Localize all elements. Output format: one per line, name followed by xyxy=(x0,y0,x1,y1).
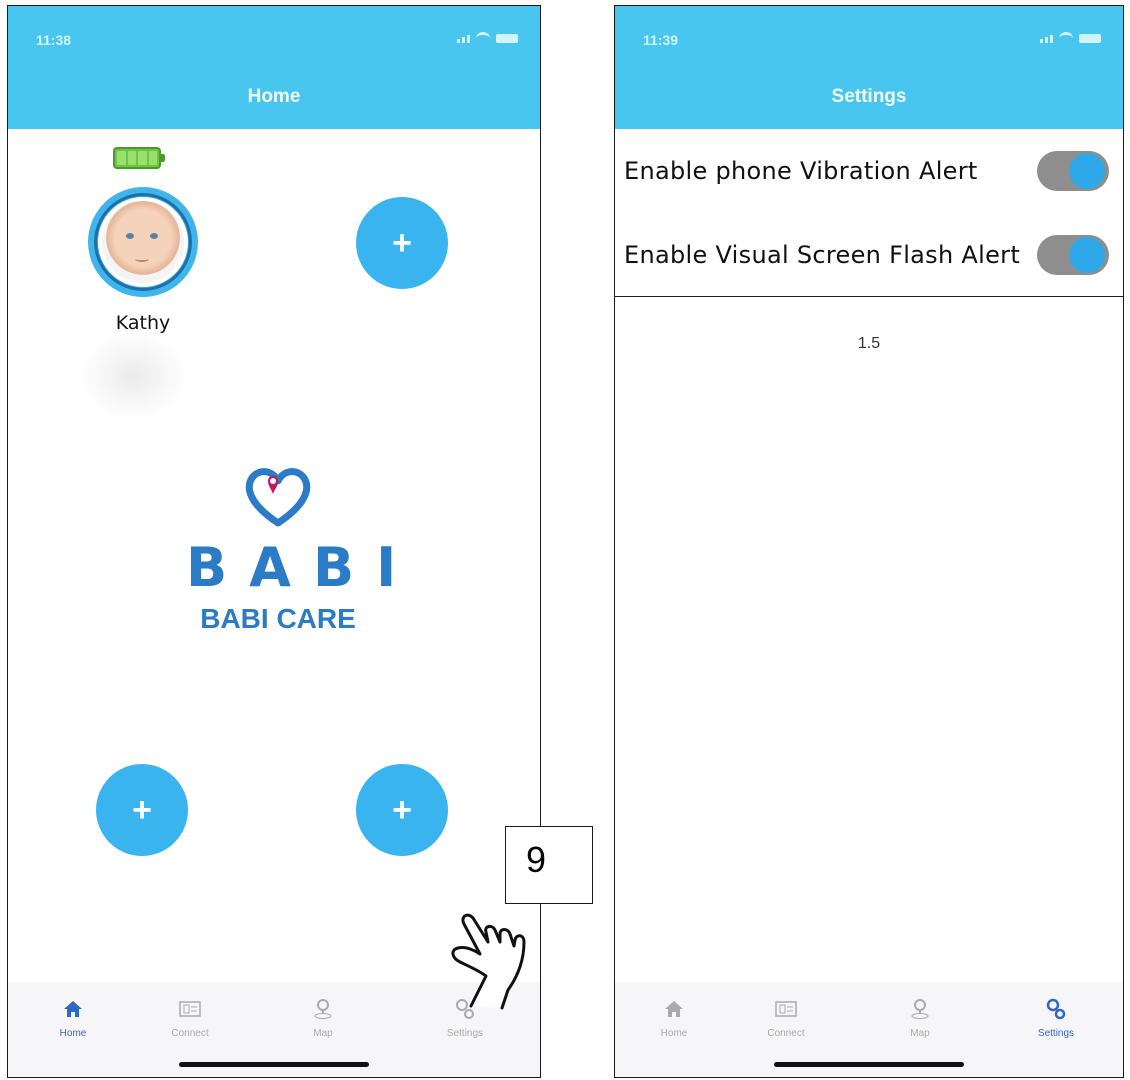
vibration-alert-toggle[interactable] xyxy=(1037,151,1109,191)
setting-row-screen-flash: Enable Visual Screen Flash Alert xyxy=(615,212,1123,298)
home-indicator xyxy=(774,1062,964,1067)
tab-label: Settings xyxy=(446,1028,484,1039)
setting-row-vibration: Enable phone Vibration Alert xyxy=(615,128,1123,214)
wifi-icon xyxy=(476,32,490,45)
add-child-button[interactable]: + xyxy=(356,197,448,289)
battery-icon xyxy=(496,34,518,43)
babi-logo: BABI BABI CARE xyxy=(168,461,419,635)
map-pin-icon xyxy=(911,999,929,1019)
divider xyxy=(615,296,1123,297)
tab-label: Home xyxy=(660,1028,688,1039)
status-icons xyxy=(1040,32,1101,45)
app-version: 1.5 xyxy=(857,335,881,352)
child-name: Kathy xyxy=(115,312,171,334)
settings-icon xyxy=(1046,998,1066,1020)
tab-label: Home xyxy=(59,1028,87,1039)
connect-icon xyxy=(179,1001,201,1017)
empty-slot-shadow xyxy=(78,331,188,421)
page-title: Home xyxy=(247,86,301,107)
status-time: 11:38 xyxy=(36,32,72,48)
page-title: Settings xyxy=(831,86,907,107)
child-battery-icon xyxy=(113,147,165,169)
heart-location-logo-icon xyxy=(245,468,311,527)
pointing-hand-icon xyxy=(451,913,526,1010)
home-indicator xyxy=(179,1062,369,1067)
setting-label: Enable Visual Screen Flash Alert xyxy=(624,241,1021,269)
header-bar: 11:39 Settings xyxy=(615,6,1123,129)
battery-icon xyxy=(1079,34,1101,43)
tab-label: Map xyxy=(313,1028,333,1039)
screen-flash-alert-toggle[interactable] xyxy=(1037,235,1109,275)
header-bar: 11:38 Home xyxy=(8,6,540,129)
map-pin-icon xyxy=(314,999,332,1019)
status-time: 11:39 xyxy=(643,32,679,48)
tab-connect[interactable]: Connect xyxy=(741,998,831,1039)
tab-settings[interactable]: Settings xyxy=(1011,998,1101,1039)
signal-icon xyxy=(1040,34,1053,43)
baby-photo xyxy=(98,197,188,287)
tab-label: Connect xyxy=(767,1028,805,1039)
signal-icon xyxy=(457,34,470,43)
tab-home[interactable]: Home xyxy=(629,998,719,1039)
tab-bar: Home Connect Map Settings xyxy=(615,982,1123,1077)
status-icons xyxy=(457,32,518,45)
tab-map[interactable]: Map xyxy=(875,998,965,1039)
settings-screen: 11:39 Settings Enable phone Vibration Al… xyxy=(614,5,1124,1078)
connect-icon xyxy=(775,1001,797,1017)
add-child-button[interactable]: + xyxy=(356,764,448,856)
logo-word: BABI xyxy=(186,536,419,599)
tab-label: Map xyxy=(910,1028,930,1039)
tab-label: Settings xyxy=(1037,1028,1075,1039)
child-avatar[interactable] xyxy=(88,187,198,297)
tab-label: Connect xyxy=(171,1028,209,1039)
tab-connect[interactable]: Connect xyxy=(145,998,235,1039)
wifi-icon xyxy=(1059,32,1073,45)
home-icon xyxy=(64,1001,82,1017)
home-icon xyxy=(665,1001,683,1017)
tab-map[interactable]: Map xyxy=(278,998,368,1039)
setting-label: Enable phone Vibration Alert xyxy=(624,157,978,185)
add-child-button[interactable]: + xyxy=(96,764,188,856)
logo-subtitle: BABI CARE xyxy=(200,603,356,634)
tab-home[interactable]: Home xyxy=(28,998,118,1039)
